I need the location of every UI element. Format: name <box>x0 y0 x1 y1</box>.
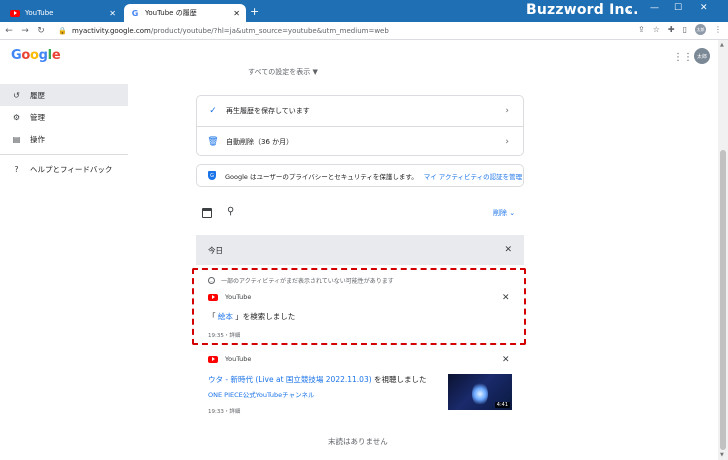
chevron-right-icon: › <box>505 106 509 116</box>
sidebar-item-label: 管理 <box>30 112 45 122</box>
maximize-icon[interactable]: ☐ <box>674 3 682 13</box>
sidebar-item-help[interactable]: ? ヘルプとフィードバック <box>0 158 128 180</box>
video-title-link[interactable]: ウタ - 新時代 (Live at 国立競技場 2022.11.03) <box>208 375 372 384</box>
google-logo[interactable]: Google <box>11 48 61 63</box>
delete-item-icon[interactable]: ✕ <box>502 293 510 303</box>
browser-toolbar: ← → ↻ 🔒 myactivity.google.com/product/yo… <box>0 22 728 40</box>
delete-day-icon[interactable]: ✕ <box>504 245 512 255</box>
lock-icon[interactable]: 🔒 <box>58 27 68 35</box>
sidebar-item-history[interactable]: ↺ 履歴 <box>0 84 128 106</box>
settings-card: ✓ 再生履歴を保存しています › 🗑 自動削除（36 か月） › <box>196 95 524 156</box>
setting-row-save-history[interactable]: ✓ 再生履歴を保存しています › <box>197 96 523 126</box>
gear-icon: ⚙ <box>12 112 21 122</box>
sidebar-item-label: 操作 <box>30 134 45 144</box>
check-circle-icon: ✓ <box>209 106 217 116</box>
sidebar-item-manage[interactable]: ⚙ 管理 <box>0 106 128 128</box>
new-tab-button[interactable]: + <box>250 5 259 18</box>
help-icon: ? <box>14 164 19 174</box>
tab-title: YouTube の履歴 <box>145 9 197 17</box>
tab-search-icon[interactable]: ⌄ <box>626 5 633 14</box>
privacy-text: Google はユーザーのプライバシーとセキュリティを保護します。 <box>225 172 418 181</box>
activity-meta[interactable]: 19:35・詳細 <box>208 331 240 339</box>
browser-tab-strip: YouTube ✕ G YouTube の履歴 ✕ + Buzzword Inc… <box>0 0 728 22</box>
address-bar[interactable]: myactivity.google.com/product/youtube/?h… <box>72 27 389 35</box>
delete-button[interactable]: 削除 ⌄ <box>493 208 515 218</box>
extensions-icon[interactable]: ✚ <box>668 25 675 34</box>
all-settings-link[interactable]: すべての設定を表示 ▼ <box>248 67 318 77</box>
feedback-icon: ▤ <box>12 134 21 144</box>
scroll-thumb[interactable] <box>720 150 726 450</box>
more-horizontal-icon: … <box>208 277 215 284</box>
tab-youtube-history[interactable]: G YouTube の履歴 ✕ <box>124 4 246 22</box>
back-icon[interactable]: ← <box>2 26 16 36</box>
chevron-right-icon: › <box>505 136 509 147</box>
close-tab-icon[interactable]: ✕ <box>109 9 116 18</box>
shield-icon: G <box>208 171 216 180</box>
auto-delete-icon: 🗑 <box>207 136 219 147</box>
video-thumbnail[interactable]: 4:41 <box>448 374 512 410</box>
scroll-down-icon[interactable]: ▼ <box>720 452 724 458</box>
page-scrollbar[interactable]: ▲ ▼ <box>718 40 728 460</box>
delete-item-icon[interactable]: ✕ <box>502 355 510 365</box>
setting-row-auto-delete[interactable]: 🗑 自動削除（36 か月） › <box>197 126 523 156</box>
partial-activity-notice: … 一部のアクティビティがまだ表示されていない可能性があります <box>208 277 394 285</box>
close-window-icon[interactable]: ✕ <box>700 3 708 13</box>
youtube-favicon-icon <box>10 9 20 17</box>
close-tab-icon[interactable]: ✕ <box>233 9 240 18</box>
google-favicon-icon: G <box>131 8 139 18</box>
sidebar-item-label: ヘルプとフィードバック <box>30 164 113 174</box>
sidebar-divider <box>0 154 128 155</box>
thumbnail-image <box>472 382 488 406</box>
history-icon: ↺ <box>13 90 20 100</box>
activity-meta[interactable]: 19:33・詳細 <box>208 407 240 415</box>
sidebar-item-actions[interactable]: ▤ 操作 <box>0 128 128 150</box>
activity-service: YouTube <box>208 293 251 301</box>
activity-text: 「 絵本 」を検索しました <box>208 312 296 321</box>
menu-icon[interactable]: ⋮ <box>714 25 722 34</box>
privacy-notice: G Google はユーザーのプライバシーとセキュリティを保護します。 マイ ア… <box>196 164 524 187</box>
setting-label: 再生履歴を保存しています <box>226 107 310 115</box>
setting-label: 自動削除（36 か月） <box>226 137 294 146</box>
share-icon[interactable]: ⇪ <box>638 25 645 34</box>
profile-avatar[interactable]: 太郎 <box>695 24 706 35</box>
sidebar-item-label: 履歴 <box>30 90 45 100</box>
calendar-icon[interactable] <box>202 208 212 218</box>
search-icon[interactable]: ⚲ <box>227 206 234 217</box>
tab-youtube[interactable]: YouTube ✕ <box>4 4 122 22</box>
bookmark-star-icon[interactable]: ☆ <box>653 25 660 34</box>
side-panel-icon[interactable]: ▯ <box>683 25 687 34</box>
minimize-icon[interactable]: — <box>650 3 659 13</box>
today-label: 今日 <box>208 245 223 255</box>
activity-service: YouTube <box>208 355 251 363</box>
page-content: Google ⋮⋮⋮ 太郎 ↺ 履歴 ⚙ 管理 ▤ 操作 ? ヘルプとフィードバ… <box>0 40 718 460</box>
reload-icon[interactable]: ↻ <box>34 26 48 36</box>
youtube-icon <box>208 293 218 301</box>
search-query-link[interactable]: 絵本 <box>216 312 236 321</box>
forward-icon[interactable]: → <box>18 26 32 36</box>
manage-verification-link[interactable]: マイ アクティビティの認証を管理 <box>424 171 522 181</box>
account-avatar[interactable]: 太郎 <box>694 48 710 64</box>
youtube-icon <box>208 355 218 363</box>
scroll-up-icon[interactable]: ▲ <box>720 42 724 48</box>
video-duration: 4:41 <box>494 402 510 408</box>
channel-link[interactable]: ONE PIECE公式YouTubeチャンネル <box>208 389 314 399</box>
end-of-list-text: 末読はありません <box>328 437 388 446</box>
activity-tools-row: ⚲ 削除 ⌄ <box>196 206 524 222</box>
today-section-header: 今日 ✕ <box>196 235 524 265</box>
activity-text: ウタ - 新時代 (Live at 国立競技場 2022.11.03) を視聴し… <box>208 375 427 384</box>
tab-title: YouTube <box>25 9 54 17</box>
brand-watermark: Buzzword Inc. <box>526 2 639 18</box>
